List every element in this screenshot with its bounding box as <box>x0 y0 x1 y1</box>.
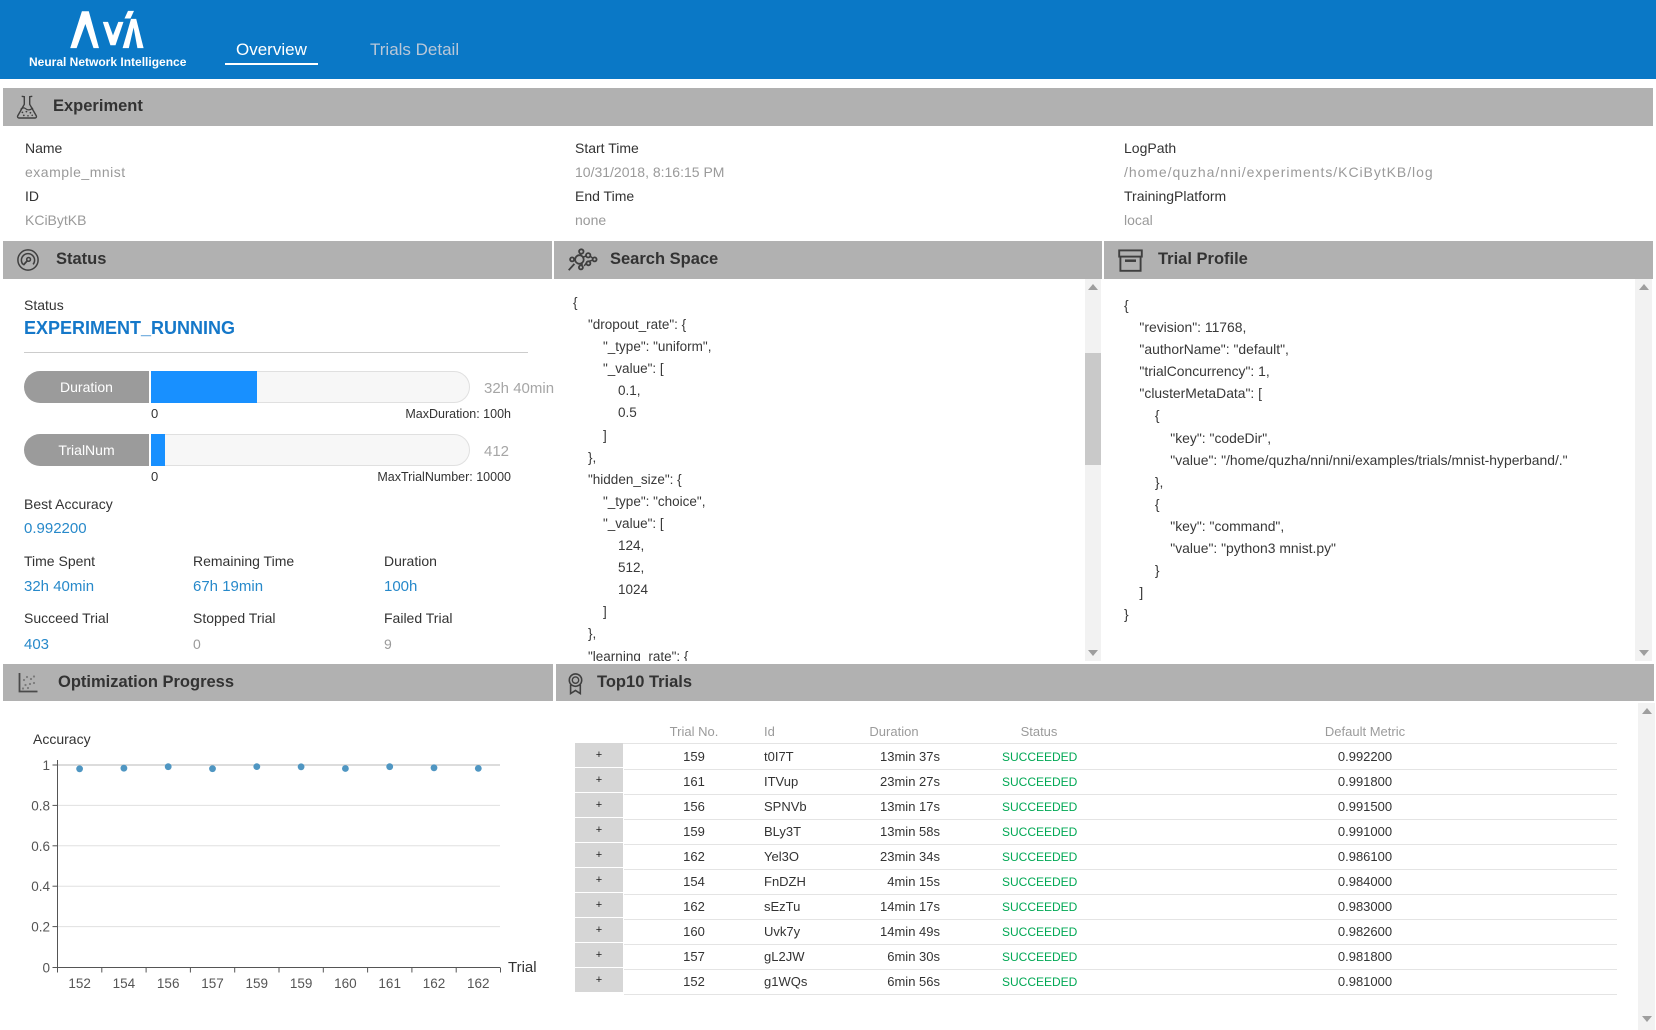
svg-text:0.2: 0.2 <box>31 920 50 935</box>
svg-text:161: 161 <box>378 976 401 991</box>
svg-text:159: 159 <box>290 976 313 991</box>
svg-text:0.8: 0.8 <box>31 798 50 813</box>
svg-text:Trial: Trial <box>508 959 537 976</box>
svg-text:1: 1 <box>42 758 50 773</box>
svg-text:160: 160 <box>334 976 357 991</box>
svg-text:0.6: 0.6 <box>31 839 50 854</box>
svg-text:0: 0 <box>42 961 50 976</box>
svg-text:159: 159 <box>246 976 269 991</box>
svg-text:0.4: 0.4 <box>31 879 50 894</box>
svg-text:162: 162 <box>467 976 490 991</box>
svg-text:157: 157 <box>201 976 224 991</box>
svg-text:156: 156 <box>157 976 180 991</box>
svg-text:Accuracy: Accuracy <box>33 731 91 747</box>
svg-text:154: 154 <box>113 976 136 991</box>
svg-text:162: 162 <box>423 976 446 991</box>
svg-text:152: 152 <box>68 976 91 991</box>
